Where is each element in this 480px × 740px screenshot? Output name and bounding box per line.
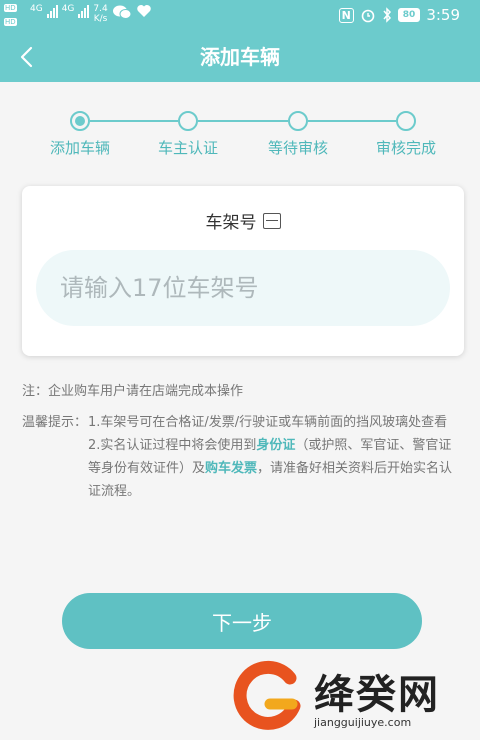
battery-icon: 80 — [397, 8, 421, 22]
tip-2: 2.实名认证过程中将会使用到身份证（或护照、军官证、警官证等身份有效证件）及购车… — [88, 434, 462, 503]
net-speed-unit: K/s — [93, 14, 108, 24]
step-label-review-complete: 审核完成 — [375, 139, 436, 157]
step-indicator — [396, 111, 416, 131]
vin-input[interactable] — [36, 250, 450, 326]
watermark: 绛癸网 jiangguijiuye.com — [232, 656, 480, 740]
step-connector — [198, 120, 288, 122]
notes-section: 注： 企业购车用户请在店端完成本操作 温馨提示： 1.车架号可在合格证/发票/行… — [22, 380, 462, 503]
signal-icon — [46, 4, 58, 18]
back-arrow-icon[interactable] — [14, 44, 40, 70]
hd-badge: HD — [4, 18, 17, 26]
signal-icon — [78, 4, 90, 18]
enterprise-note: 注： 企业购车用户请在店端完成本操作 — [22, 380, 462, 403]
alarm-icon — [361, 9, 375, 23]
network-type: 4G — [30, 4, 43, 14]
invoice-highlight: 购车发票 — [205, 461, 258, 476]
bluetooth-icon — [383, 7, 391, 23]
vin-card: 车架号 — [22, 186, 464, 356]
step-indicator — [178, 111, 198, 131]
step-indicator — [288, 111, 308, 131]
tip-2-text: 2.实名认证过程中将会使用到 — [88, 438, 257, 453]
status-bar: HD HD 4G 4G 7.4 K/s N 80 3:59 — [0, 0, 480, 32]
watermark-url: jiangguijiuye.com — [314, 716, 412, 729]
vin-card-title: 车架号 — [22, 208, 464, 233]
scan-icon[interactable] — [262, 212, 281, 229]
tips: 温馨提示： 1.车架号可在合格证/发票/行驶证或车辆前面的挡风玻璃处查看 2.实… — [22, 411, 462, 503]
vin-label: 车架号 — [205, 213, 257, 233]
page-title: 添加车辆 — [200, 45, 280, 69]
tips-body: 1.车架号可在合格证/发票/行驶证或车辆前面的挡风玻璃处查看 2.实名认证过程中… — [88, 411, 462, 503]
network-type: 4G — [61, 4, 75, 14]
hd-badge: HD — [4, 4, 17, 12]
app-header: 添加车辆 — [0, 32, 480, 82]
clock: 3:59 — [426, 6, 460, 24]
wechat-icon — [112, 5, 132, 19]
step-label-add-vehicle: 添加车辆 — [49, 139, 110, 157]
nfc-icon: N — [338, 7, 354, 23]
heart-icon — [136, 5, 151, 18]
step-indicator-active — [70, 111, 90, 131]
watermark-name: 绛癸网 — [314, 672, 440, 718]
id-card-highlight: 身份证 — [256, 438, 296, 453]
step-label-owner-auth: 车主认证 — [157, 139, 218, 157]
note-text: 企业购车用户请在店端完成本操作 — [48, 384, 244, 399]
next-step-button[interactable]: 下一步 — [62, 593, 422, 649]
tips-label: 温馨提示： — [22, 415, 88, 430]
net-speed: 7.4 K/s — [93, 4, 107, 24]
step-connector — [308, 120, 396, 122]
watermark-logo — [233, 660, 301, 730]
progress-steps: 添加车辆 车主认证 等待审核 审核完成 — [0, 82, 480, 182]
step-connector — [90, 120, 178, 122]
step-label-await-review: 等待审核 — [267, 139, 328, 157]
note-label: 注： — [22, 384, 49, 399]
net-speed-value: 7.4 — [93, 4, 108, 14]
tip-1: 1.车架号可在合格证/发票/行驶证或车辆前面的挡风玻璃处查看 — [88, 415, 448, 430]
